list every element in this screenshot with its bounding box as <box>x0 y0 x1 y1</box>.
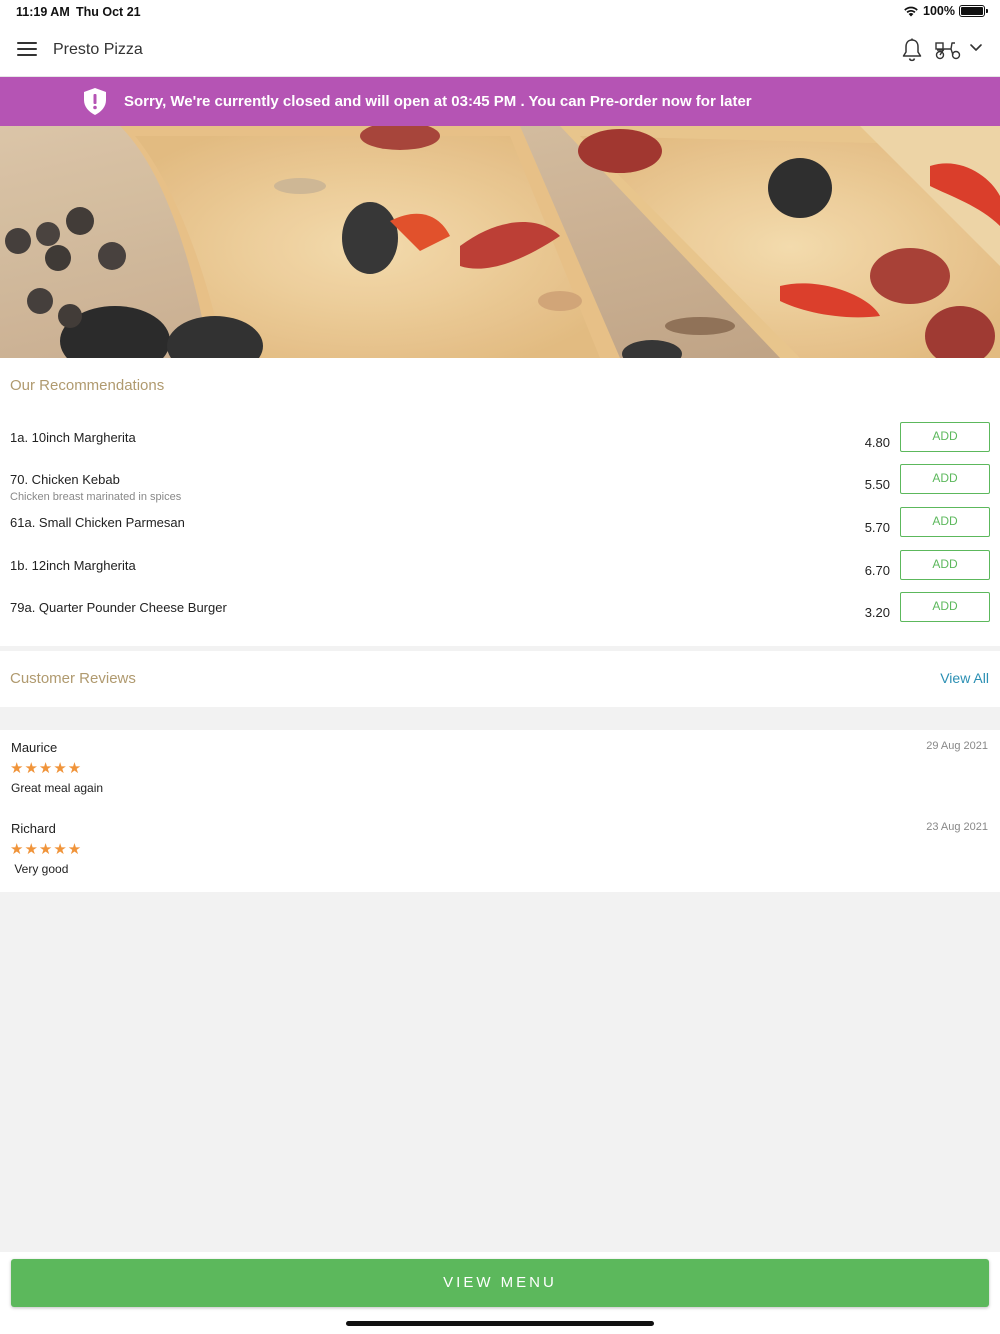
review-item: Maurice 29 Aug 2021 ★★★★★ Great meal aga… <box>0 730 1000 808</box>
item-name: 1a. 10inch Margherita <box>10 430 136 445</box>
list-item: 70. Chicken Kebab Chicken breast marinat… <box>0 464 1000 514</box>
reviews-header: Customer Reviews View All <box>0 651 1000 707</box>
list-item: 61a. Small Chicken Parmesan 5.70 ADD <box>0 507 1000 557</box>
review-item: Richard 23 Aug 2021 ★★★★★ Very good <box>0 811 1000 889</box>
hero-image <box>0 126 1000 358</box>
review-date: 29 Aug 2021 <box>926 740 988 752</box>
delivery-scooter-icon[interactable] <box>935 40 961 60</box>
banner-message: Sorry, We're currently closed and will o… <box>124 93 752 110</box>
status-time: 11:19 AM <box>16 5 70 19</box>
reviewer-name: Richard <box>11 821 56 836</box>
status-indicators: 100% <box>903 4 988 18</box>
list-item: 79a. Quarter Pounder Cheese Burger 3.20 … <box>0 592 1000 642</box>
battery-icon <box>959 5 988 17</box>
item-price: 5.50 <box>864 477 890 492</box>
wifi-icon <box>904 6 918 17</box>
view-menu-button[interactable]: VIEW MENU <box>11 1259 989 1307</box>
status-date: Thu Oct 21 <box>76 5 141 19</box>
reviews-title: Customer Reviews <box>10 670 136 687</box>
menu-icon[interactable] <box>17 42 37 58</box>
status-bar: 11:19 AM Thu Oct 21 100% <box>0 0 1000 24</box>
bell-icon[interactable] <box>901 38 923 62</box>
star-rating: ★★★★★ <box>10 841 83 858</box>
item-description: Chicken breast marinated in spices <box>10 491 182 503</box>
add-button[interactable]: ADD <box>900 464 990 494</box>
recommendations-title: Our Recommendations <box>10 377 165 394</box>
list-item: 1a. 10inch Margherita 4.80 ADD <box>0 422 1000 472</box>
item-name: 61a. Small Chicken Parmesan <box>10 515 185 530</box>
pizza-illustration <box>0 126 1000 358</box>
home-indicator <box>346 1321 654 1326</box>
item-name: 79a. Quarter Pounder Cheese Burger <box>10 600 227 615</box>
item-price: 5.70 <box>864 520 890 535</box>
item-name: 1b. 12inch Margherita <box>10 558 136 573</box>
app-header: Presto Pizza <box>0 24 1000 77</box>
add-button[interactable]: ADD <box>900 507 990 537</box>
battery-fill <box>961 7 983 15</box>
add-button[interactable]: ADD <box>900 592 990 622</box>
chevron-down-icon[interactable] <box>969 43 983 53</box>
reviews-list: Maurice 29 Aug 2021 ★★★★★ Great meal aga… <box>0 730 1000 892</box>
app-root: 11:19 AM Thu Oct 21 100% Presto Pizza So… <box>0 0 1000 1334</box>
list-item: 1b. 12inch Margherita 6.70 ADD <box>0 550 1000 600</box>
page-title: Presto Pizza <box>53 41 143 58</box>
reviewer-name: Maurice <box>11 740 58 755</box>
review-date: 23 Aug 2021 <box>926 821 988 833</box>
review-text: Very good <box>11 862 69 876</box>
review-text: Great meal again <box>11 781 104 795</box>
recommendations-section: Our Recommendations 1a. 10inch Margherit… <box>0 358 1000 646</box>
battery-percent: 100% <box>923 4 955 18</box>
star-rating: ★★★★★ <box>10 760 83 777</box>
add-button[interactable]: ADD <box>900 422 990 452</box>
view-all-link[interactable]: View All <box>940 670 989 686</box>
item-price: 4.80 <box>864 435 890 450</box>
closed-banner: Sorry, We're currently closed and will o… <box>0 77 1000 126</box>
item-price: 6.70 <box>864 563 890 578</box>
item-price: 3.20 <box>864 605 890 620</box>
item-name: 70. Chicken Kebab <box>10 472 120 487</box>
shield-alert-icon <box>84 88 106 115</box>
add-button[interactable]: ADD <box>900 550 990 580</box>
